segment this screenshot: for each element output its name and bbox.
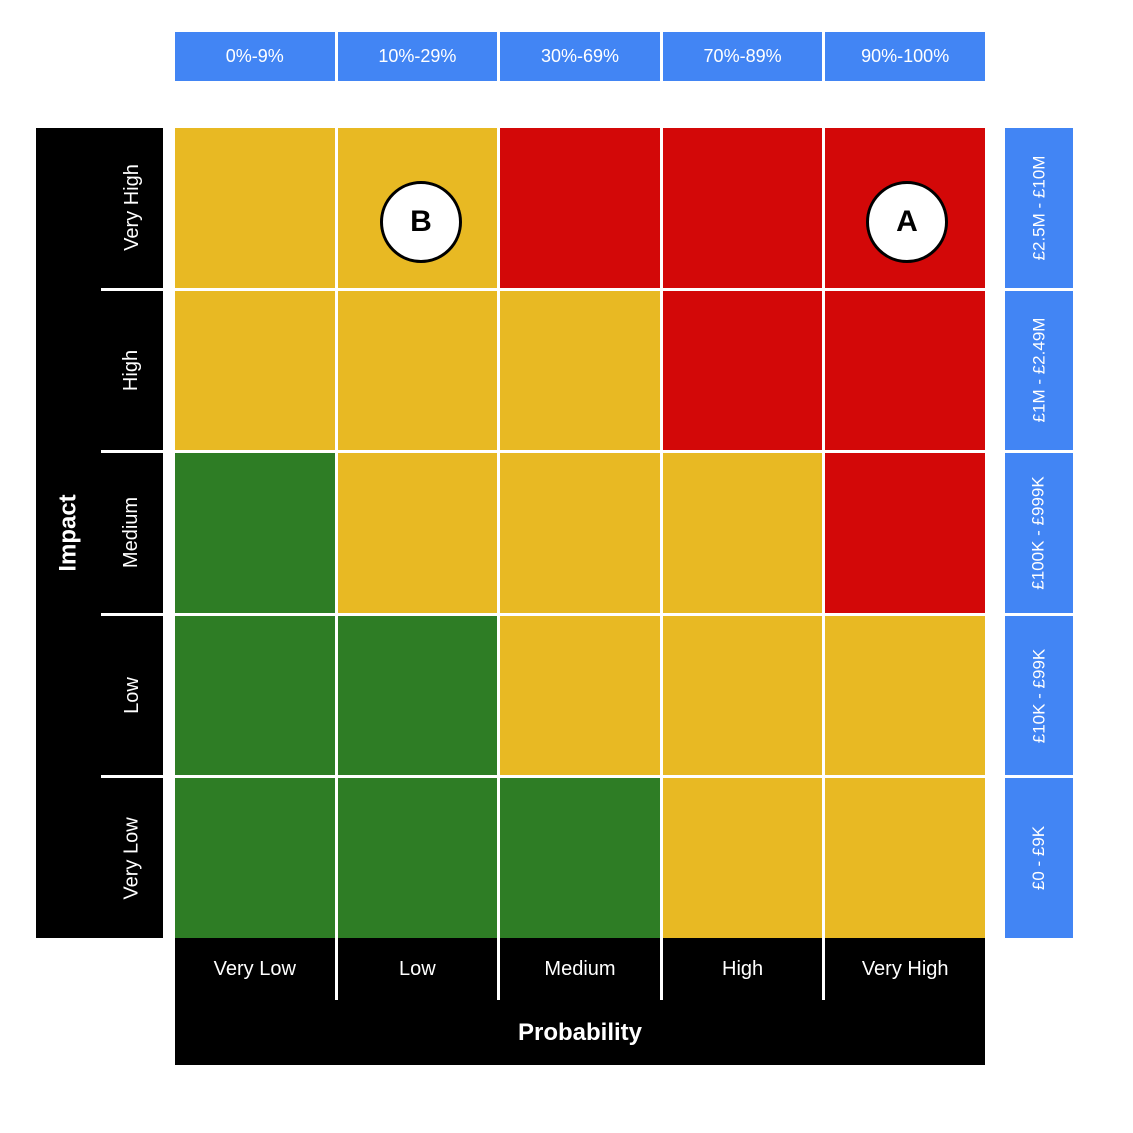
heatmap-cell — [338, 291, 498, 451]
heatmap-cell — [338, 616, 498, 776]
probability-level-label: Low — [338, 938, 498, 1000]
heatmap-cell — [825, 453, 985, 613]
y-axis-title: Impact — [55, 494, 83, 571]
x-axis-title: Probability — [518, 1019, 642, 1047]
impact-level-label: High — [101, 291, 163, 451]
risk-matrix-chart: 0%-9%10%-29%30%-69%70%-89%90%-100% Impac… — [0, 0, 1133, 1133]
heatmap-cell — [500, 291, 660, 451]
y-axis-category-labels: Very HighHighMediumLowVery Low — [101, 128, 163, 938]
heatmap-grid — [175, 128, 985, 938]
heatmap-cell — [175, 128, 335, 288]
heatmap-cell — [500, 616, 660, 776]
probability-ranges-header: 0%-9%10%-29%30%-69%70%-89%90%-100% — [175, 32, 985, 81]
impact-money-ranges: £2.5M - £10M£1M - £2.49M£100K - £999K£10… — [1005, 128, 1073, 938]
heatmap-cell — [825, 291, 985, 451]
heatmap-cell — [500, 453, 660, 613]
prob-range: 70%-89% — [663, 32, 823, 81]
heatmap-cell — [825, 778, 985, 938]
risk-marker: B — [380, 181, 462, 263]
probability-level-label: High — [663, 938, 823, 1000]
x-axis-category-labels: Very LowLowMediumHighVery High — [175, 938, 985, 1000]
heatmap-cell — [500, 128, 660, 288]
y-axis-title-band: Impact — [36, 128, 101, 938]
prob-range: 10%-29% — [338, 32, 498, 81]
prob-range: 30%-69% — [500, 32, 660, 81]
probability-level-label: Medium — [500, 938, 660, 1000]
heatmap-cell — [663, 128, 823, 288]
impact-level-label: Very Low — [101, 778, 163, 938]
impact-money-range: £100K - £999K — [1005, 453, 1073, 613]
heatmap-cell — [663, 291, 823, 451]
heatmap-cell — [338, 453, 498, 613]
prob-range: 0%-9% — [175, 32, 335, 81]
heatmap-cell — [500, 778, 660, 938]
impact-money-range: £10K - £99K — [1005, 616, 1073, 776]
heatmap-cell — [663, 453, 823, 613]
prob-range: 90%-100% — [825, 32, 985, 81]
risk-marker: A — [866, 181, 948, 263]
impact-money-range: £2.5M - £10M — [1005, 128, 1073, 288]
heatmap-cell — [175, 778, 335, 938]
impact-level-label: Low — [101, 616, 163, 776]
heatmap-cell — [825, 616, 985, 776]
heatmap-cell — [663, 778, 823, 938]
heatmap-cell — [338, 778, 498, 938]
heatmap-cell — [663, 616, 823, 776]
impact-level-label: Very High — [101, 128, 163, 288]
probability-level-label: Very High — [825, 938, 985, 1000]
heatmap-cell — [175, 616, 335, 776]
probability-level-label: Very Low — [175, 938, 335, 1000]
impact-money-range: £0 - £9K — [1005, 778, 1073, 938]
heatmap-cell — [175, 291, 335, 451]
impact-money-range: £1M - £2.49M — [1005, 291, 1073, 451]
impact-level-label: Medium — [101, 453, 163, 613]
x-axis-title-band: Probability — [175, 1000, 985, 1065]
heatmap-cell — [175, 453, 335, 613]
